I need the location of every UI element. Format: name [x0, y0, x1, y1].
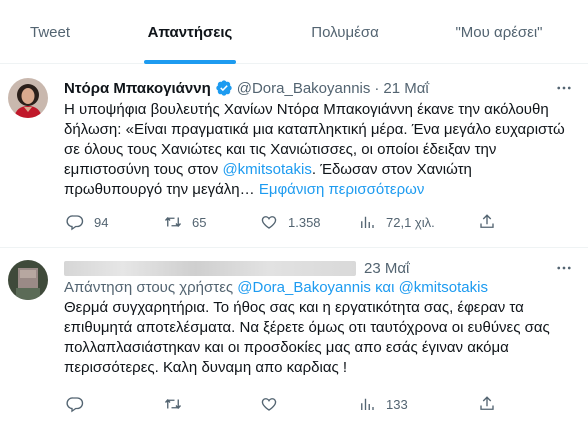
tab-label: "Μου αρέσει": [455, 23, 543, 41]
heart-icon: [261, 216, 277, 229]
reply-button[interactable]: 94: [66, 212, 108, 232]
heart-icon: [261, 398, 277, 411]
share-button[interactable]: [478, 212, 496, 232]
views-count: 133: [386, 396, 408, 412]
reply-icon: [66, 215, 84, 231]
views-count: 72,1 χιλ.: [386, 214, 435, 230]
display-name[interactable]: Ντόρα Μπακογιάννη: [64, 80, 211, 97]
blurred-user-name: [64, 261, 356, 276]
reply-context: Απάντηση στους χρήστες @Dora_Bakoyannis …: [64, 278, 488, 298]
retweet-button[interactable]: 65: [164, 212, 206, 232]
share-icon: [480, 396, 494, 410]
share-button[interactable]: [478, 394, 496, 414]
tweet-header: Ντόρα Μπακογιάννη @Dora_Bakoyannis · 21 …: [64, 78, 429, 98]
reply-to-prefix: Απάντηση στους χρήστες: [64, 279, 238, 296]
separator-dot: ·: [374, 79, 380, 97]
tab-label: Tweet: [29, 23, 71, 41]
show-more-link[interactable]: Εμφάνιση περισσότερων: [259, 181, 425, 198]
mention-link[interactable]: @kmitsotakis: [399, 279, 488, 296]
reply-button[interactable]: [66, 394, 84, 414]
like-count: 1.358: [288, 214, 321, 230]
tab-replies[interactable]: Απαντήσεις: [100, 0, 280, 64]
tweet-date[interactable]: 23 Μαΐ: [364, 260, 409, 277]
like-button[interactable]: 1.358: [260, 212, 321, 232]
views-chart-icon: [361, 398, 374, 410]
tab-tweets[interactable]: Tweet: [0, 0, 100, 64]
views-chart-icon: [361, 216, 374, 228]
retweet-count: 65: [192, 214, 207, 230]
retweet-button[interactable]: [164, 394, 182, 414]
share-icon: [480, 214, 494, 228]
views-button[interactable]: 133: [358, 394, 408, 414]
like-button[interactable]: [260, 394, 278, 414]
reply-to-and: και: [370, 279, 399, 296]
reply-count: 94: [94, 214, 109, 230]
views-button[interactable]: 72,1 χιλ.: [358, 212, 435, 232]
tweet-actions: 133: [60, 394, 530, 414]
tab-likes[interactable]: "Μου αρέσει": [410, 0, 588, 64]
mention-link[interactable]: @kmitsotakis: [222, 161, 311, 178]
tweet-header: 23 Μαΐ: [364, 258, 409, 278]
retweet-icon: [164, 217, 182, 227]
tweet[interactable]: Ντόρα Μπακογιάννη @Dora_Bakoyannis · 21 …: [0, 64, 588, 248]
mention-link[interactable]: @Dora_Bakoyannis: [237, 279, 371, 296]
retweet-icon: [164, 399, 182, 409]
tab-label: Πολυμέσα: [311, 23, 379, 41]
tweet-text: Θερμά συγχαρητήρια. Το ήθος σας και η ερ…: [64, 299, 550, 376]
more-options-icon[interactable]: [554, 78, 574, 98]
avatar[interactable]: [8, 260, 48, 300]
profile-tabs: Tweet Απαντήσεις Πολυμέσα "Μου αρέσει": [0, 0, 588, 64]
tab-media[interactable]: Πολυμέσα: [280, 0, 410, 64]
tweet-text: Η υποψήφια βουλευτής Χανίων Ντόρα Μπακογ…: [64, 100, 574, 200]
avatar[interactable]: [8, 78, 48, 118]
tweet-actions: 94 65 1.358 72,1 χιλ.: [60, 212, 530, 232]
reply-icon: [66, 397, 84, 413]
tweet-date[interactable]: 21 Μαΐ: [383, 80, 428, 97]
user-handle[interactable]: @Dora_Bakoyannis: [237, 80, 371, 97]
tweet[interactable]: 23 Μαΐ Απάντηση στους χρήστες @Dora_Bako…: [0, 248, 588, 430]
verified-badge-icon: [215, 79, 233, 97]
more-options-icon[interactable]: [554, 258, 574, 278]
tab-label: Απαντήσεις: [147, 23, 233, 41]
